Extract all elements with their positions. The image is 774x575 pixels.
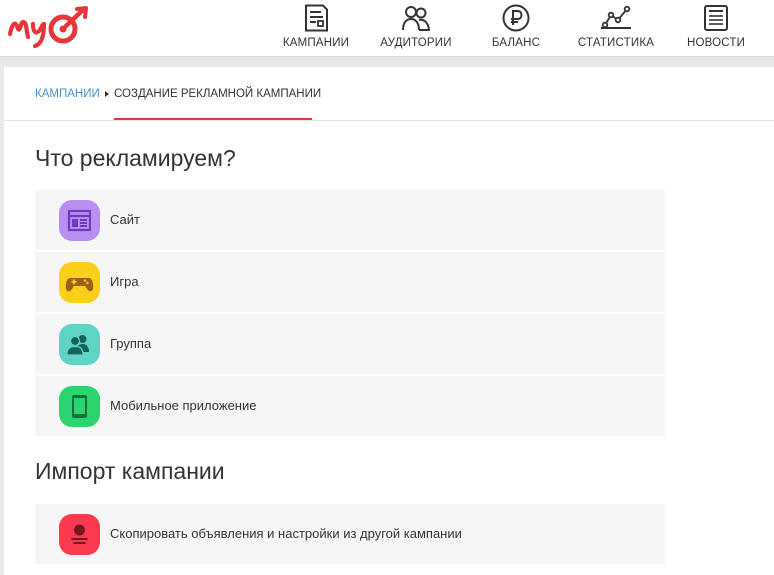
nav-item-statistics[interactable]: СТАТИСТИКА — [574, 0, 658, 57]
nav-label: БАЛАНС — [491, 37, 541, 49]
group-people-icon — [59, 324, 100, 365]
option-label: Игра — [110, 274, 139, 289]
breadcrumb-active-underline — [114, 118, 312, 120]
breadcrumb-campaigns-link[interactable]: КАМПАНИИ — [35, 88, 100, 100]
breadcrumb: КАМПАНИИ СОЗДАНИЕ РЕКЛАМНОЙ КАМПАНИИ — [4, 67, 774, 121]
nav-label: АУДИТОРИИ — [380, 37, 452, 49]
import-section-title: Импорт кампании — [35, 458, 225, 484]
campaigns-document-icon — [305, 4, 328, 32]
breadcrumb-arrow-icon — [105, 91, 109, 97]
nav-label: СТАТИСТИКА — [577, 37, 655, 49]
nav-item-audiences[interactable]: АУДИТОРИИ — [376, 0, 456, 57]
option-copy-campaign[interactable]: Скопировать объявления и настройки из др… — [35, 504, 665, 564]
option-game[interactable]: Игра — [35, 252, 665, 312]
top-bar: КАМПАНИИ АУДИТОРИИ БАЛАНС СТАТИСТИКА НОВ… — [0, 0, 774, 57]
what-section-title: Что рекламируем? — [35, 145, 236, 171]
ruble-coin-icon — [502, 4, 530, 32]
audience-people-icon — [402, 6, 431, 31]
gamepad-icon — [59, 262, 100, 303]
option-label: Мобильное приложение — [110, 398, 257, 413]
breadcrumb-current: СОЗДАНИЕ РЕКЛАМНОЙ КАМПАНИИ — [114, 88, 322, 100]
main-nav: КАМПАНИИ АУДИТОРИИ БАЛАНС СТАТИСТИКА НОВ… — [0, 0, 774, 57]
option-label: Сайт — [110, 212, 140, 227]
option-group[interactable]: Группа — [35, 314, 665, 374]
content-panel: КАМПАНИИ СОЗДАНИЕ РЕКЛАМНОЙ КАМПАНИИ Что… — [4, 67, 774, 575]
website-icon — [59, 200, 100, 241]
nav-item-balance[interactable]: БАЛАНС — [484, 0, 548, 57]
option-label: Группа — [110, 336, 152, 351]
nav-label: КАМПАНИИ — [282, 37, 350, 49]
copy-campaign-icon — [59, 514, 100, 555]
nav-label: НОВОСТИ — [686, 37, 746, 49]
option-mobile-app[interactable]: Мобильное приложение — [35, 376, 665, 436]
nav-item-news[interactable]: НОВОСТИ — [682, 0, 750, 57]
option-site[interactable]: Сайт — [35, 190, 665, 250]
option-label: Скопировать объявления и настройки из др… — [110, 526, 462, 541]
nav-item-campaigns[interactable]: КАМПАНИИ — [278, 0, 354, 57]
mobile-phone-icon — [59, 386, 100, 427]
active-nav-underline — [601, 27, 631, 29]
news-newspaper-icon — [704, 5, 728, 31]
